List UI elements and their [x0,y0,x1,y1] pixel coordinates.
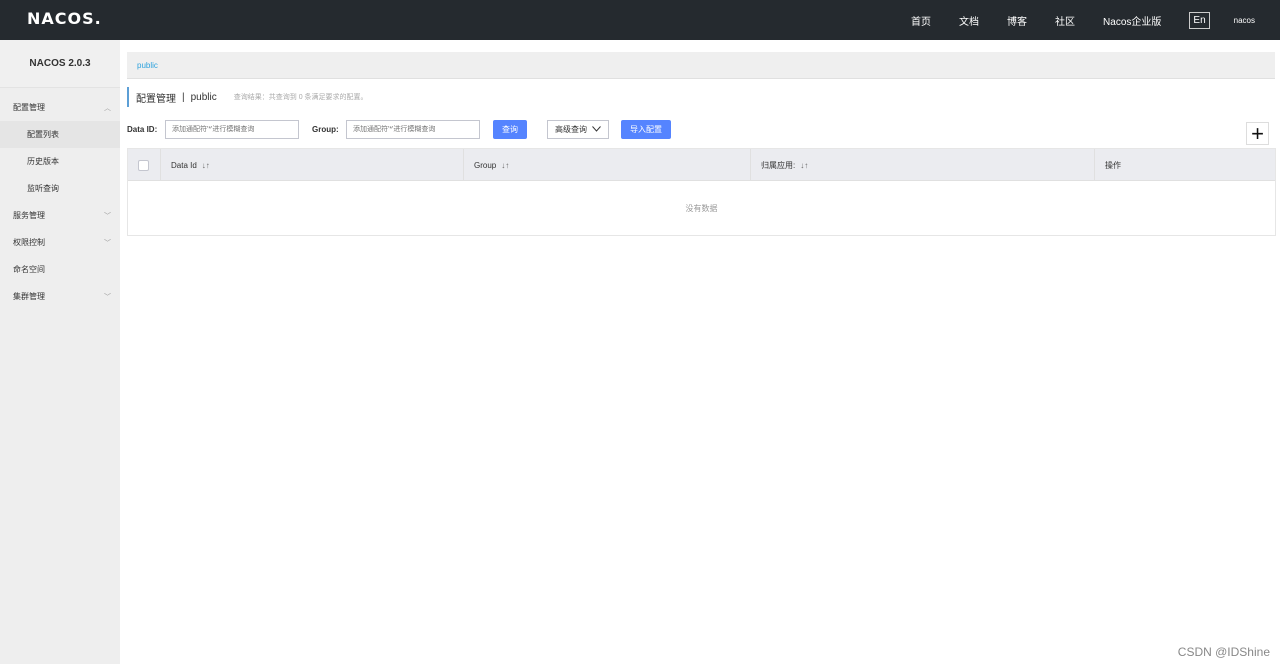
advanced-query-button[interactable]: 高级查询 [547,120,609,139]
sidebar-group-service[interactable]: 服务管理 ﹀ [0,202,120,229]
column-label: Data Id [171,160,197,170]
table-empty-state: 没有数据 [685,203,718,213]
nav-docs[interactable]: 文档 [959,13,979,28]
main-content: public 配置管理 | public 查询结果：共查询到 0 条满足要求的配… [120,40,1280,664]
group-label: Group: [312,125,339,134]
sidebar-item-namespace[interactable]: 命名空间 [0,256,120,283]
sidebar-item-config-list[interactable]: 配置列表 [0,121,120,148]
select-all-checkbox[interactable] [138,159,149,171]
nav-enterprise[interactable]: Nacos企业版 [1103,13,1161,28]
top-nav: 首页 文档 博客 社区 Nacos企业版 En nacos [911,0,1280,40]
column-group: Group ↓↑ [464,149,751,181]
sidebar-group-auth[interactable]: 权限控制 ﹀ [0,229,120,256]
nav-community[interactable]: 社区 [1055,13,1075,28]
chevron-down-icon: ﹀ [104,213,111,220]
data-id-label: Data ID: [127,125,158,134]
query-button[interactable]: 查询 [493,120,527,139]
sidebar-item-listener[interactable]: 监听查询 [0,175,120,202]
query-result-text: 查询结果：共查询到 0 条满足要求的配置。 [233,94,368,101]
sort-icon[interactable]: ↓↑ [501,161,509,170]
top-navbar: NACOS. 首页 文档 博客 社区 Nacos企业版 En nacos [0,0,1280,40]
sidebar-group-label: 命名空间 [13,265,45,274]
chevron-down-icon: ﹀ [104,240,111,247]
column-actions: 操作 [1095,149,1275,181]
sidebar-item-history[interactable]: 历史版本 [0,148,120,175]
column-label: 归属应用: [761,160,796,170]
sort-icon[interactable]: ↓↑ [800,161,808,170]
watermark-text: CSDN @IDShine [1177,645,1270,659]
column-label: 操作 [1105,160,1121,170]
namespace-tab-public[interactable]: public [137,61,158,70]
config-table: Data Id ↓↑ Group ↓↑ 归属应用: ↓↑ 操作 没有数据 [127,148,1276,236]
sidebar-group-label: 集群管理 [13,292,45,301]
import-config-button[interactable]: 导入配置 [621,120,671,139]
sidebar-group-label: 服务管理 [13,211,45,220]
sidebar-group-label: 配置管理 [13,103,45,112]
chevron-down-icon: ﹀ [104,294,111,301]
sidebar-group-label: 权限控制 [13,238,45,247]
advanced-query-label: 高级查询 [555,125,587,134]
sidebar-group-config[interactable]: 配置管理 ︿ [0,94,120,121]
language-toggle[interactable]: En [1189,11,1210,29]
nav-blog[interactable]: 博客 [1007,13,1027,28]
page-title: 配置管理 [136,93,176,105]
page-namespace: public [190,91,217,103]
nav-home[interactable]: 首页 [911,13,931,28]
sidebar: NACOS 2.0.3 配置管理 ︿ 配置列表 历史版本 监听查询 服务管理 ﹀… [0,40,120,664]
column-app: 归属应用: ↓↑ [751,149,1095,181]
chevron-up-icon: ︿ [104,105,111,112]
filter-bar: Data ID: Group: 查询 高级查询 导入配置 [127,120,1277,139]
page-header: 配置管理 | public 查询结果：共查询到 0 条满足要求的配置。 [127,87,368,107]
column-label: Group [474,160,497,170]
add-config-button[interactable]: + [1246,122,1269,145]
nacos-logo[interactable]: NACOS. [27,9,102,28]
title-separator: | [182,91,185,103]
column-data-id: Data Id ↓↑ [161,149,464,181]
group-input[interactable] [346,120,480,139]
data-id-input[interactable] [165,120,299,139]
sidebar-group-cluster[interactable]: 集群管理 ﹀ [0,283,120,310]
plus-icon: + [1251,120,1264,146]
namespace-bar: public [127,52,1275,79]
select-all-cell [128,149,161,181]
user-menu[interactable]: nacos [1234,16,1255,25]
chevron-down-icon [592,125,601,134]
sort-icon[interactable]: ↓↑ [202,161,210,170]
sidebar-version-title: NACOS 2.0.3 [0,40,120,88]
table-header: Data Id ↓↑ Group ↓↑ 归属应用: ↓↑ 操作 [128,149,1275,181]
